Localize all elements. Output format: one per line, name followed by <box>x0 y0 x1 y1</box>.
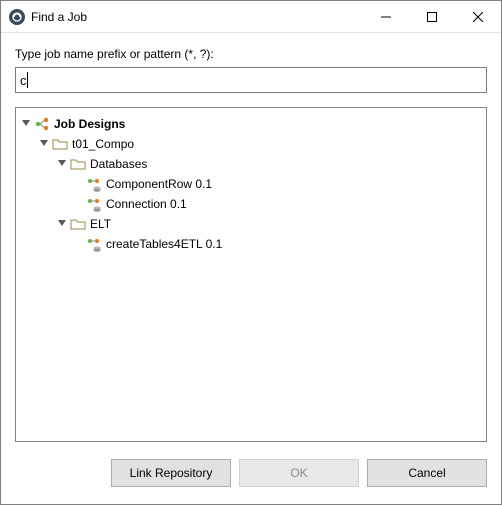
window-controls <box>363 1 501 32</box>
collapse-icon[interactable] <box>56 218 68 230</box>
cancel-button[interactable]: Cancel <box>367 459 487 487</box>
jobs-root-icon <box>34 116 50 132</box>
folder-icon <box>52 136 68 152</box>
tree-node-label: createTables4ETL 0.1 <box>106 237 222 251</box>
maximize-button[interactable] <box>409 1 455 32</box>
collapse-icon[interactable] <box>56 158 68 170</box>
tree-node-label: Job Designs <box>54 117 125 131</box>
title-bar: Find a Job <box>1 1 501 33</box>
tree-node-label: ComponentRow 0.1 <box>106 177 212 191</box>
window-title: Find a Job <box>31 10 363 24</box>
tree-folder-databases[interactable]: Databases <box>56 154 482 174</box>
tree-job-createtables4etl[interactable]: createTables4ETL 0.1 <box>74 234 482 254</box>
folder-icon <box>70 216 86 232</box>
tree-node-label: ELT <box>90 217 111 231</box>
job-icon <box>86 236 102 252</box>
close-button[interactable] <box>455 1 501 32</box>
tree-job-componentrow[interactable]: ComponentRow 0.1 <box>74 174 482 194</box>
app-icon <box>9 9 25 25</box>
minimize-button[interactable] <box>363 1 409 32</box>
job-icon <box>86 176 102 192</box>
tree-job-connection[interactable]: Connection 0.1 <box>74 194 482 214</box>
collapse-icon[interactable] <box>20 118 32 130</box>
job-icon <box>86 196 102 212</box>
tree-root-job-designs[interactable]: Job Designs <box>20 114 482 134</box>
search-input[interactable]: c <box>15 67 487 93</box>
collapse-icon[interactable] <box>38 138 50 150</box>
tree-node-label: Databases <box>90 157 147 171</box>
tree-node-label: Connection 0.1 <box>106 197 187 211</box>
tree-folder-elt[interactable]: ELT <box>56 214 482 234</box>
folder-icon <box>70 156 86 172</box>
text-caret <box>27 72 28 88</box>
ok-button: OK <box>239 459 359 487</box>
link-repository-button[interactable]: Link Repository <box>111 459 231 487</box>
search-label: Type job name prefix or pattern (*, ?): <box>15 47 487 61</box>
tree-folder-t01-compo[interactable]: t01_Compo <box>38 134 482 154</box>
tree-node-label: t01_Compo <box>72 137 134 151</box>
button-row: Link Repository OK Cancel <box>1 442 501 504</box>
results-tree[interactable]: Job Designs t01_Compo <box>15 107 487 442</box>
dialog-content: Type job name prefix or pattern (*, ?): … <box>1 33 501 442</box>
